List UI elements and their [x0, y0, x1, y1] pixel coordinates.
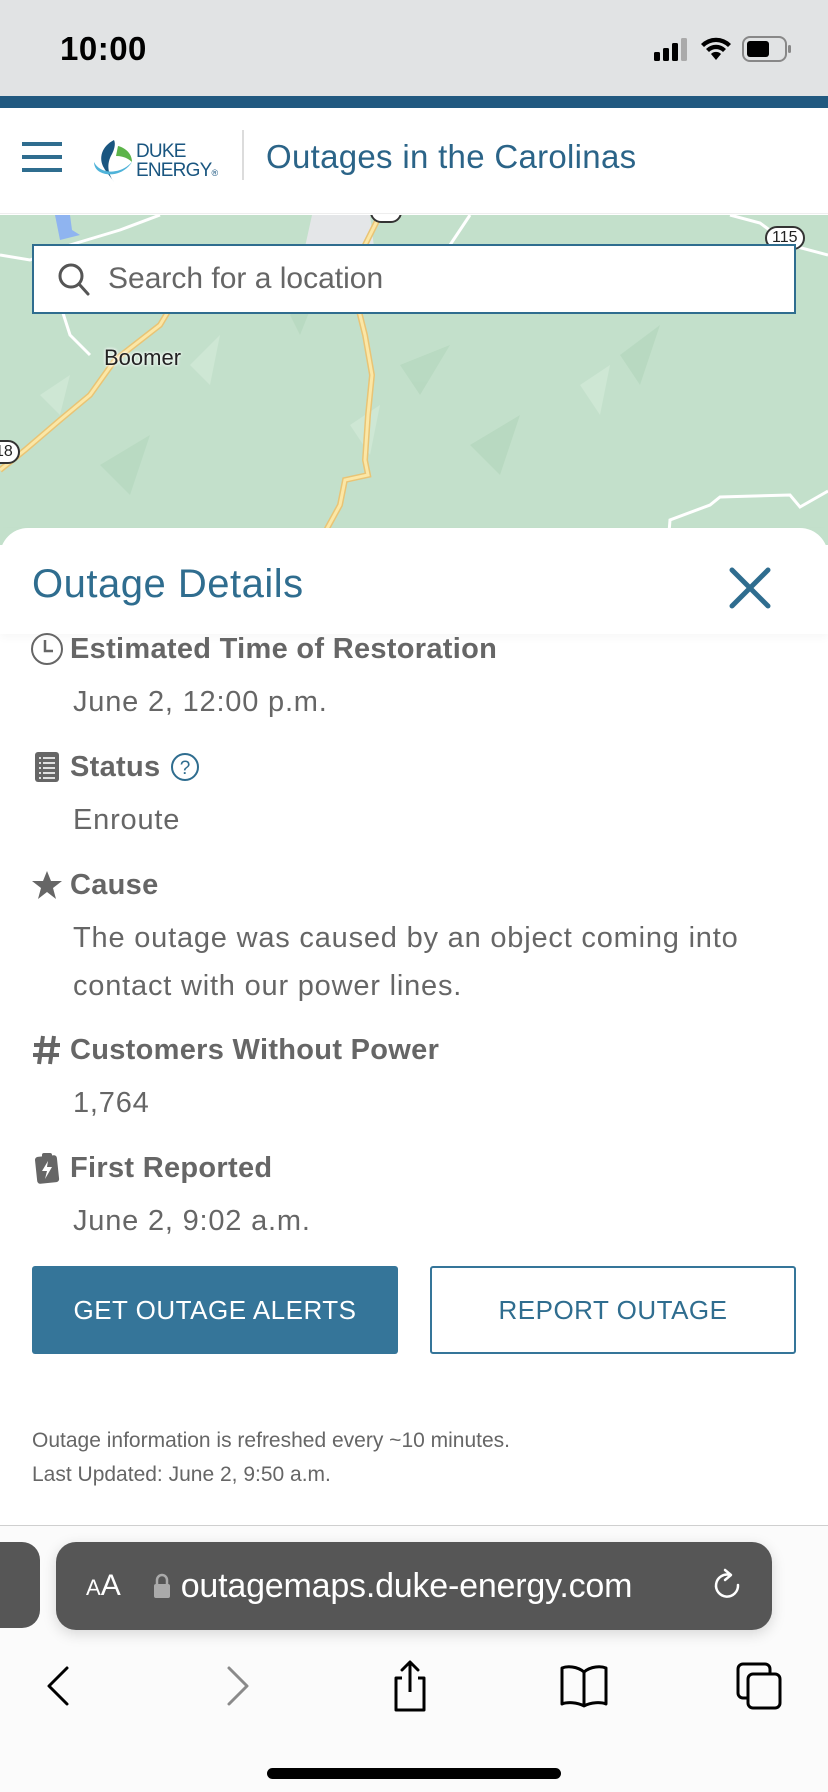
url-text[interactable]: outagemaps.duke-energy.com — [181, 1567, 633, 1606]
cellular-signal-icon — [654, 38, 687, 61]
get-outage-alerts-button[interactable]: GET OUTAGE ALERTS — [32, 1266, 398, 1354]
aa-small: A — [86, 1575, 101, 1600]
hash-icon — [30, 1033, 64, 1067]
duke-energy-swirl-icon — [94, 140, 132, 182]
svg-text:?: ? — [180, 758, 191, 779]
home-indicator — [267, 1768, 561, 1779]
logo-line-1: DUKE — [136, 141, 186, 162]
logo-line-2: ENERGY — [136, 160, 212, 181]
detail-first-reported: First Reported June 2, 9:02 a.m. — [30, 1151, 800, 1245]
tabs-icon[interactable] — [730, 1656, 790, 1716]
detail-estimated-restoration: Estimated Time of Restoration June 2, 12… — [30, 632, 800, 726]
panel-title: Outage Details — [32, 562, 304, 606]
detail-label: Status — [70, 750, 161, 783]
bookmarks-icon[interactable] — [554, 1656, 614, 1716]
detail-label: Customers Without Power — [70, 1033, 440, 1066]
refresh-footnote: Outage information is refreshed every ~1… — [32, 1424, 510, 1492]
detail-status: Status ? Enroute — [30, 750, 800, 844]
detail-cause: Cause The outage was caused by an object… — [30, 868, 800, 1010]
page-title: Outages in the Carolinas — [266, 138, 637, 175]
status-bar: 10:00 — [0, 0, 828, 96]
lock-icon — [153, 1573, 170, 1598]
map-label-boomer: Boomer — [104, 345, 182, 370]
report-outage-button[interactable]: REPORT OUTAGE — [430, 1266, 796, 1354]
star-icon — [30, 868, 64, 902]
detail-value: 1,764 — [73, 1087, 150, 1119]
detail-customers-without-power: Customers Without Power 1,764 — [30, 1033, 800, 1127]
detail-value: The outage was caused by an object comin… — [73, 922, 739, 1002]
forward-icon[interactable] — [208, 1656, 268, 1716]
reload-icon[interactable] — [710, 1568, 746, 1606]
close-icon[interactable] — [728, 566, 772, 610]
list-icon — [30, 750, 64, 784]
question-circle-icon[interactable]: ? — [170, 752, 200, 782]
site-header: DUKE ENERGY® Outages in the Carolinas — [0, 108, 828, 214]
detail-value: Enroute — [73, 804, 181, 836]
header-divider — [242, 130, 244, 180]
logo-registered: ® — [211, 168, 218, 178]
panel-header: Outage Details — [0, 528, 828, 634]
location-search[interactable] — [32, 244, 796, 314]
logo-wordmark: DUKE ENERGY® — [136, 141, 218, 183]
refresh-info: Outage information is refreshed every ~1… — [32, 1429, 510, 1452]
clipboard-bolt-icon — [30, 1151, 64, 1185]
last-updated: Last Updated: June 2, 9:50 a.m. — [32, 1463, 331, 1486]
detail-label: Cause — [70, 868, 159, 901]
detail-value: June 2, 9:02 a.m. — [73, 1205, 311, 1237]
address-bar[interactable]: AA outagemaps.duke-energy.com — [56, 1542, 772, 1630]
detail-label: First Reported — [70, 1151, 273, 1184]
previous-tab-preview[interactable] — [0, 1542, 40, 1628]
duke-energy-logo[interactable]: DUKE ENERGY® — [92, 130, 222, 190]
hamburger-menu-icon[interactable] — [22, 142, 62, 174]
clock-icon — [30, 632, 64, 666]
browser-toolbar: AA outagemaps.duke-energy.com — [0, 1526, 828, 1792]
detail-label: Estimated Time of Restoration — [70, 632, 498, 665]
share-icon[interactable] — [380, 1656, 440, 1716]
status-icons — [654, 36, 792, 62]
outage-details-panel: Outage Details Estimated Time of Restora… — [0, 528, 828, 1526]
back-icon[interactable] — [28, 1656, 88, 1716]
wifi-icon — [701, 37, 731, 60]
status-time: 10:00 — [60, 30, 147, 67]
search-input[interactable] — [108, 262, 768, 296]
detail-value: June 2, 12:00 p.m. — [73, 686, 328, 718]
text-size-button[interactable]: AA — [86, 1569, 121, 1603]
search-icon — [58, 263, 90, 296]
battery-icon — [742, 36, 791, 62]
aa-large: A — [100, 1569, 121, 1602]
brand-stripe — [0, 96, 828, 108]
